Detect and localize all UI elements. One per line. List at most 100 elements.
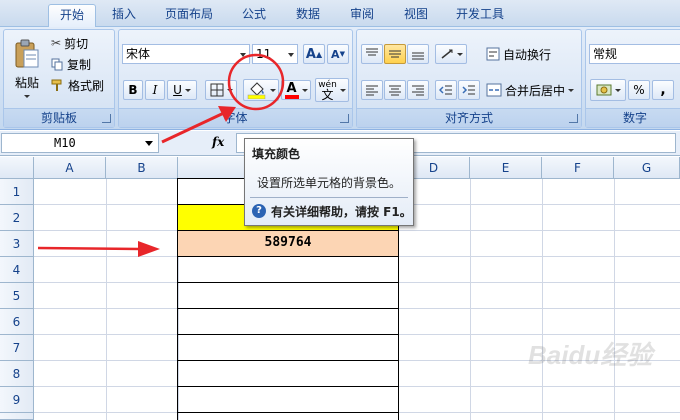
paste-label: 粘贴 bbox=[14, 76, 39, 90]
name-box-dropdown-icon[interactable] bbox=[145, 141, 153, 146]
row-header-1[interactable]: 1 bbox=[0, 179, 34, 205]
select-all-corner[interactable] bbox=[0, 157, 34, 179]
shrink-font-button[interactable]: A ▼ bbox=[327, 44, 349, 64]
borders-button[interactable] bbox=[205, 80, 237, 100]
tooltip-title: 填充颜色 bbox=[252, 147, 301, 161]
align-center-icon bbox=[389, 85, 401, 96]
row-header-9[interactable]: 9 bbox=[0, 387, 34, 413]
tab-developer[interactable]: 开发工具 bbox=[448, 4, 512, 27]
percent-style-button[interactable]: % bbox=[628, 80, 650, 100]
increase-indent-button[interactable] bbox=[458, 80, 480, 100]
borders-dropdown-icon[interactable] bbox=[226, 88, 233, 92]
ribbon: 粘贴 ✂ 剪切 复制 格式刷 剪贴板 宋体 11 A ▲ A ▼ B I U A… bbox=[0, 27, 680, 130]
align-middle-button[interactable] bbox=[384, 44, 406, 64]
tab-insert[interactable]: 插入 bbox=[104, 4, 144, 27]
accounting-dropdown-icon[interactable] bbox=[614, 88, 621, 92]
tooltip-help-text: 有关详细帮助，请按 F1。 bbox=[271, 205, 412, 219]
column-header-a[interactable]: A bbox=[34, 157, 106, 179]
font-color-dropdown-icon[interactable] bbox=[301, 88, 308, 92]
tab-formulas[interactable]: 公式 bbox=[234, 4, 274, 27]
font-size-combo[interactable]: 11 bbox=[252, 44, 298, 64]
row-header-5[interactable]: 5 bbox=[0, 283, 34, 309]
font-size-dropdown-icon[interactable] bbox=[288, 53, 294, 57]
number-group-label: 数字 bbox=[586, 108, 680, 127]
paste-button[interactable]: 粘贴 bbox=[8, 32, 46, 104]
tab-data[interactable]: 数据 bbox=[288, 4, 328, 27]
clipboard-launcher-icon[interactable] bbox=[102, 114, 111, 123]
cell-c3-value: 589764 bbox=[264, 235, 312, 250]
tab-page-layout[interactable]: 页面布局 bbox=[158, 4, 220, 27]
align-right-button[interactable] bbox=[407, 80, 429, 100]
cut-button[interactable]: ✂ 剪切 bbox=[50, 34, 89, 52]
align-left-button[interactable] bbox=[361, 80, 383, 100]
row-header-6[interactable]: 6 bbox=[0, 309, 34, 335]
column-header-e[interactable]: E bbox=[470, 157, 542, 179]
format-painter-icon bbox=[51, 79, 62, 91]
merge-center-button[interactable]: 合并后居中 bbox=[485, 80, 575, 100]
font-color-button[interactable]: A bbox=[281, 80, 311, 100]
cell-c10[interactable] bbox=[177, 412, 399, 420]
phonetic-guide-button[interactable]: wén 文 bbox=[315, 78, 349, 102]
font-name-combo[interactable]: 宋体 bbox=[122, 44, 250, 64]
baidu-watermark: Baidu经验 bbox=[528, 340, 653, 370]
column-header-f[interactable]: F bbox=[542, 157, 614, 179]
row-header-7[interactable]: 7 bbox=[0, 335, 34, 361]
font-group: 宋体 11 A ▲ A ▼ B I U A wén 文 字体 bbox=[118, 29, 353, 128]
orientation-icon bbox=[441, 49, 452, 59]
alignment-group-label: 对齐方式 bbox=[357, 108, 581, 127]
cell-c6[interactable] bbox=[177, 308, 399, 335]
insert-function-icon[interactable]: fx bbox=[212, 135, 224, 149]
bold-button[interactable]: B bbox=[123, 80, 143, 100]
copy-button[interactable]: 复制 bbox=[50, 55, 92, 73]
grow-font-button[interactable]: A ▲ bbox=[303, 44, 325, 64]
font-name-dropdown-icon[interactable] bbox=[240, 53, 246, 57]
merge-center-dropdown-icon[interactable] bbox=[568, 88, 575, 92]
ribbon-tab-strip: 开始 插入 页面布局 公式 数据 审阅 视图 开发工具 bbox=[0, 0, 680, 28]
scissors-icon: ✂ bbox=[51, 36, 62, 50]
name-box[interactable]: M10 bbox=[1, 133, 159, 153]
format-painter-button[interactable]: 格式刷 bbox=[50, 76, 105, 94]
tab-review[interactable]: 审阅 bbox=[342, 4, 382, 27]
underline-dropdown-icon[interactable] bbox=[184, 88, 191, 92]
row-header-4[interactable]: 4 bbox=[0, 257, 34, 283]
wrap-text-button[interactable]: 自动换行 bbox=[485, 44, 552, 64]
align-bottom-button[interactable] bbox=[407, 44, 429, 64]
tab-view[interactable]: 视图 bbox=[396, 4, 436, 27]
alignment-launcher-icon[interactable] bbox=[569, 114, 578, 123]
column-header-g[interactable]: G bbox=[614, 157, 680, 179]
italic-button[interactable]: I bbox=[145, 80, 165, 100]
tab-home[interactable]: 开始 bbox=[48, 4, 96, 28]
fill-color-button[interactable] bbox=[243, 79, 279, 101]
cell-c5[interactable] bbox=[177, 282, 399, 309]
fill-color-dropdown-icon[interactable] bbox=[269, 88, 276, 92]
align-top-button[interactable] bbox=[361, 44, 383, 64]
row-header-8[interactable]: 8 bbox=[0, 361, 34, 387]
align-bottom-icon bbox=[412, 52, 424, 60]
cell-c4[interactable] bbox=[177, 256, 399, 283]
underline-button[interactable]: U bbox=[167, 80, 197, 100]
alignment-group: 自动换行 合并后居中 对齐方式 bbox=[356, 29, 582, 128]
decrease-indent-icon bbox=[439, 85, 452, 95]
number-format-combo[interactable]: 常规 bbox=[589, 44, 680, 64]
font-launcher-icon[interactable] bbox=[340, 114, 349, 123]
wrap-text-icon bbox=[486, 47, 500, 61]
accounting-format-button[interactable] bbox=[590, 79, 626, 101]
row-header-3[interactable]: 3 bbox=[0, 231, 34, 257]
decrease-indent-button[interactable] bbox=[435, 80, 457, 100]
orientation-dropdown-icon[interactable] bbox=[456, 52, 463, 56]
orientation-button[interactable] bbox=[435, 44, 467, 64]
paste-dropdown-icon[interactable] bbox=[24, 95, 30, 98]
cell-c9[interactable] bbox=[177, 386, 399, 413]
font-color-swatch bbox=[284, 94, 299, 99]
increase-indent-icon bbox=[462, 85, 475, 95]
tooltip-separator bbox=[250, 197, 408, 198]
comma-style-button[interactable]: , bbox=[652, 80, 674, 100]
phonetic-dropdown-icon[interactable] bbox=[339, 88, 346, 92]
cell-c7[interactable] bbox=[177, 334, 399, 361]
column-header-b[interactable]: B bbox=[106, 157, 178, 179]
row-header-2[interactable]: 2 bbox=[0, 205, 34, 231]
row-header-10[interactable] bbox=[0, 413, 34, 420]
cell-c8[interactable] bbox=[177, 360, 399, 387]
currency-icon bbox=[596, 84, 611, 96]
align-center-button[interactable] bbox=[384, 80, 406, 100]
